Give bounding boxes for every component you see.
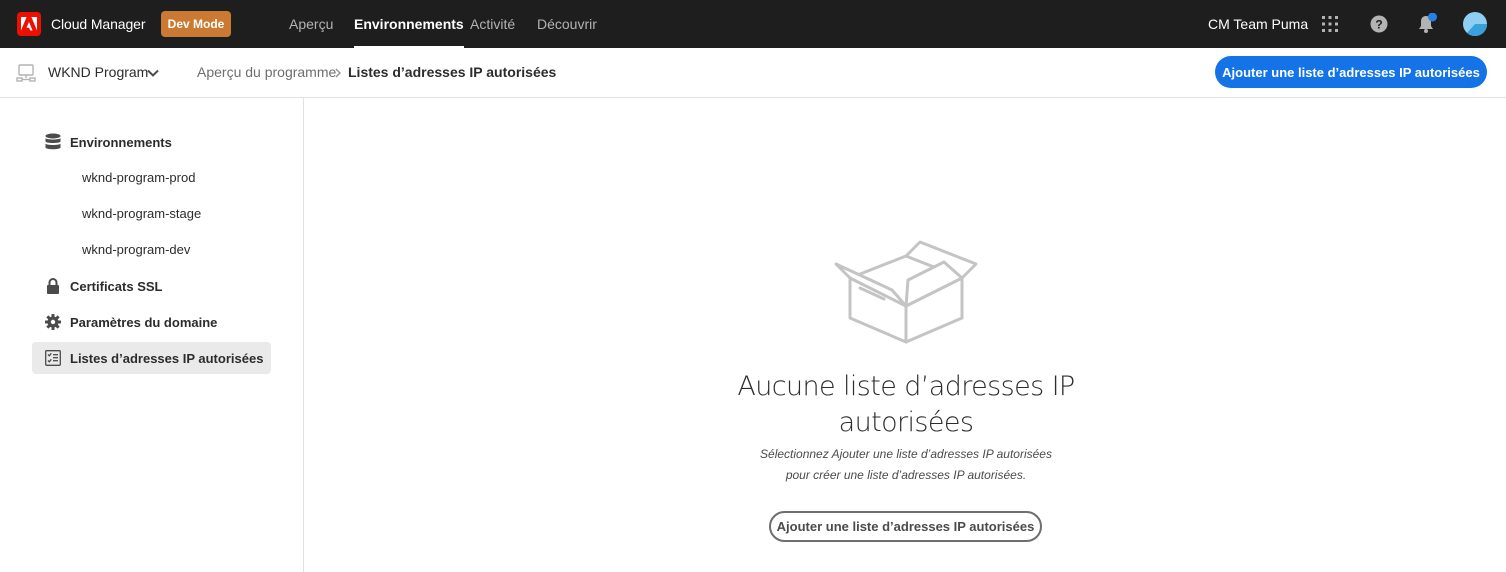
breadcrumb-current-page: Listes d’adresses IP autorisées: [348, 64, 557, 80]
empty-state-title-line2: autorisées: [838, 407, 974, 438]
empty-state-title-line1: Aucune liste d’adresses IP: [737, 371, 1075, 402]
empty-state-description-line2: pour créer une liste d’adresses IP autor…: [785, 468, 1027, 482]
chevron-down-icon[interactable]: [145, 65, 161, 81]
sidebar-item-ssl[interactable]: Certificats SSL: [32, 270, 271, 302]
adobe-logo-icon[interactable]: [17, 12, 41, 36]
sidebar-item-environnements[interactable]: Environnements: [32, 126, 271, 158]
nav-tab-decouvrir[interactable]: Découvrir: [537, 0, 597, 48]
sidebar-item-ip-allowlists[interactable]: Listes d’adresses IP autorisées: [32, 342, 271, 374]
add-ip-allowlist-button[interactable]: Ajouter une liste d’adresses IP autorisé…: [1215, 56, 1487, 88]
empty-state-description-line1: Sélectionnez Ajouter une liste d’adresse…: [760, 447, 1052, 461]
nav-tab-apercu[interactable]: Aperçu: [289, 0, 333, 48]
database-icon: [44, 133, 62, 151]
user-avatar-icon[interactable]: [1463, 12, 1487, 36]
sidebar-env-stage[interactable]: wknd-program-stage: [82, 204, 201, 224]
sidebar-item-label: Certificats SSL: [70, 278, 163, 294]
notification-bell-icon[interactable]: [1415, 13, 1437, 35]
checklist-icon: [44, 349, 62, 367]
sidebar-item-domain-settings[interactable]: Paramètres du domaine: [32, 306, 271, 338]
chevron-right-icon: [333, 66, 343, 78]
sidebar-item-label: Environnements: [70, 134, 172, 150]
program-header-bar: WKND Program Aperçu du programme Listes …: [0, 48, 1506, 98]
breadcrumb-program-overview[interactable]: Aperçu du programme: [197, 64, 336, 80]
dev-mode-badge: Dev Mode: [161, 11, 231, 37]
program-selector[interactable]: WKND Program: [48, 64, 148, 80]
sidebar-item-label: Paramètres du domaine: [70, 314, 218, 330]
apps-grid-icon[interactable]: [1319, 13, 1341, 35]
sidebar-env-prod[interactable]: wknd-program-prod: [82, 168, 195, 188]
sidebar-env-dev[interactable]: wknd-program-dev: [82, 240, 190, 260]
help-icon[interactable]: ?: [1368, 13, 1390, 35]
nav-tab-activite[interactable]: Activité: [470, 0, 515, 48]
team-switcher[interactable]: CM Team Puma: [1208, 16, 1308, 32]
top-navigation-bar: Cloud Manager Dev Mode Aperçu Environnem…: [0, 0, 1506, 48]
add-ip-allowlist-secondary-button[interactable]: Ajouter une liste d’adresses IP autorisé…: [769, 511, 1042, 542]
sidebar-item-label: Listes d’adresses IP autorisées: [70, 350, 264, 366]
empty-state-description: Sélectionnez Ajouter une liste d’adresse…: [705, 444, 1107, 486]
empty-state-title: Aucune liste d’adresses IP autorisées: [705, 369, 1107, 441]
app-title[interactable]: Cloud Manager: [51, 16, 146, 32]
svg-text:?: ?: [1375, 18, 1382, 32]
gear-icon: [44, 313, 62, 331]
nav-tab-environnements[interactable]: Environnements: [354, 0, 464, 48]
sidebar: Environnements wknd-program-prod wknd-pr…: [0, 98, 304, 572]
program-icon: [16, 63, 36, 83]
lock-icon: [44, 277, 62, 295]
empty-box-icon: [828, 236, 980, 346]
